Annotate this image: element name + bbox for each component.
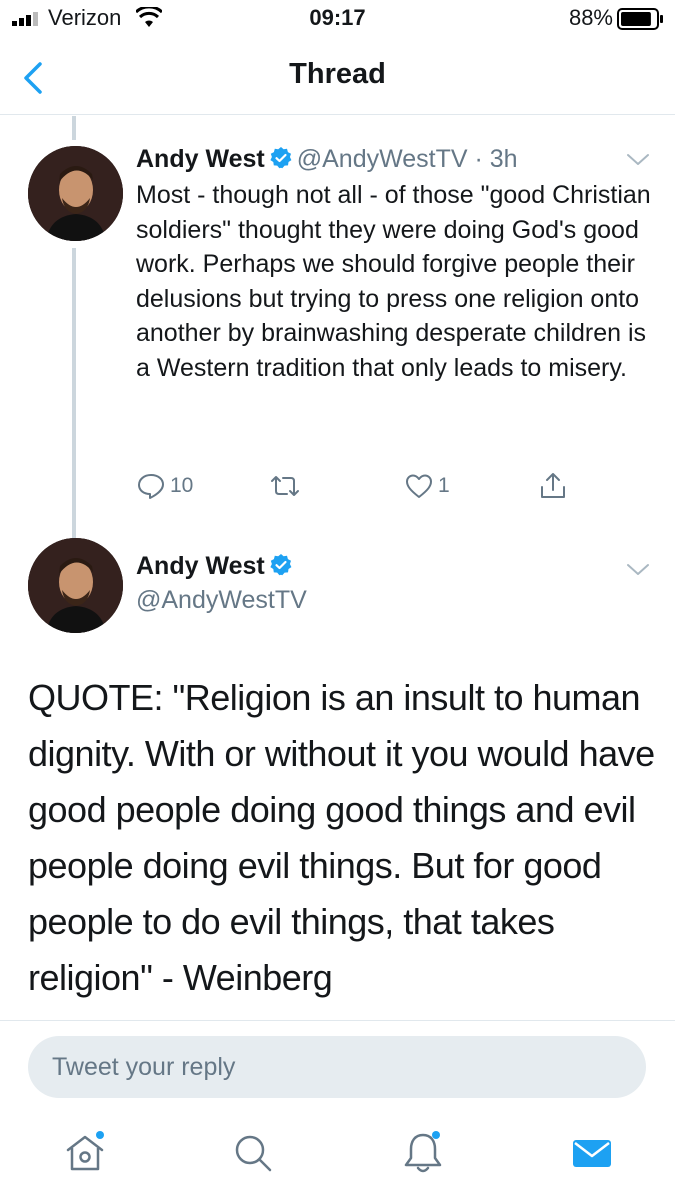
reply-button[interactable]: 10	[136, 466, 193, 506]
reply-icon	[138, 474, 164, 499]
retweet-icon	[271, 476, 299, 496]
home-icon[interactable]	[60, 1128, 110, 1178]
tweet-text: Most - though not all - of those "good C…	[136, 181, 651, 382]
notifications-icon[interactable]	[398, 1128, 448, 1178]
heart-icon	[406, 474, 432, 498]
avatar[interactable]	[28, 146, 123, 241]
battery-icon	[617, 8, 663, 30]
messages-icon[interactable]	[567, 1128, 617, 1178]
verified-badge-icon	[270, 147, 292, 169]
battery-percent: 88%	[568, 5, 613, 30]
status-bar: Verizon 09:17 88%	[0, 0, 675, 40]
tweet-header: Andy West	[136, 552, 297, 581]
reply-count: 10	[170, 474, 194, 497]
author-handle[interactable]: @AndyWestTV	[136, 586, 307, 615]
page-title: Thread	[289, 58, 386, 90]
share-button[interactable]	[538, 466, 568, 506]
share-icon	[541, 473, 565, 498]
thread-connector	[72, 116, 76, 140]
tab-bar	[0, 1110, 675, 1200]
chevron-down-icon[interactable]	[625, 152, 651, 168]
like-button[interactable]: 1	[404, 466, 450, 506]
verified-badge-icon	[270, 554, 292, 576]
author-name[interactable]: Andy West	[136, 145, 265, 173]
tweet-header: Andy West @AndyWestTV · 3h	[136, 145, 518, 174]
like-count: 1	[438, 474, 450, 497]
avatar-image	[28, 538, 123, 633]
tweet-actions: 10 1	[136, 466, 596, 506]
nav-header: Thread	[0, 40, 675, 115]
avatar[interactable]	[28, 538, 123, 633]
tweet-timestamp: · 3h	[474, 145, 518, 173]
author-name[interactable]: Andy West	[136, 552, 265, 580]
retweet-button[interactable]	[270, 466, 304, 506]
tweet-text: QUOTE: "Religion is an insult to human d…	[28, 677, 655, 998]
chevron-down-icon[interactable]	[625, 562, 651, 578]
author-handle[interactable]: @AndyWestTV	[297, 145, 468, 173]
divider	[0, 1020, 675, 1021]
avatar-image	[28, 146, 123, 241]
reply-input[interactable]	[28, 1036, 646, 1098]
thread-connector	[72, 248, 76, 538]
search-icon[interactable]	[228, 1128, 278, 1178]
